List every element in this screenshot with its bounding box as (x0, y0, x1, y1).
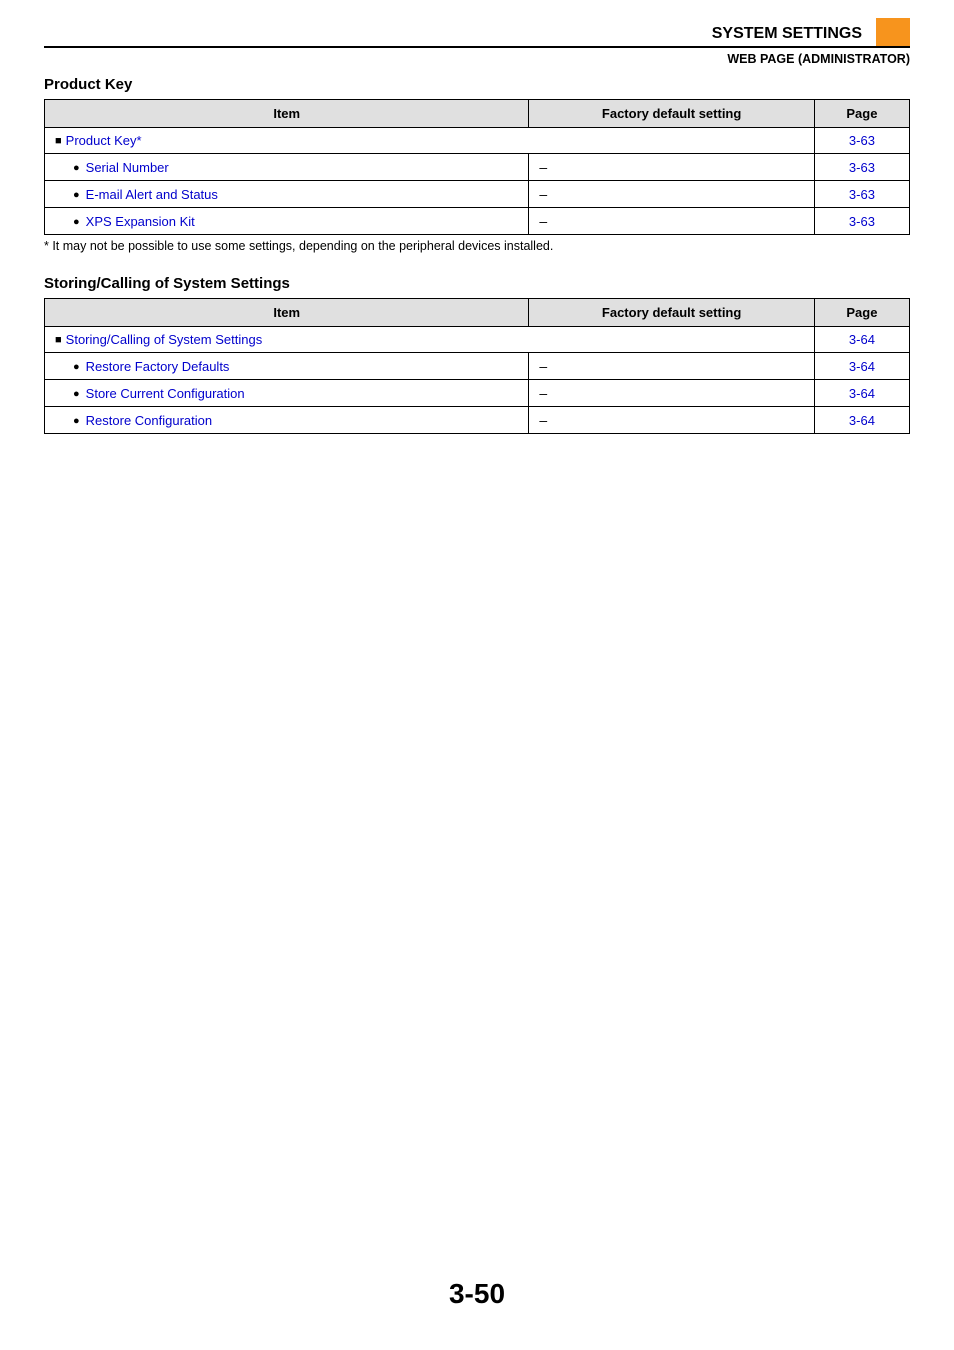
bullet-icon: ● (73, 189, 80, 201)
col-header-page: Page (814, 100, 909, 128)
table-row: ● Serial Number – 3-63 (45, 154, 910, 181)
product-key-table: Item Factory default setting Page ■ Produ… (44, 99, 910, 235)
breadcrumb: WEB PAGE (ADMINISTRATOR) (44, 52, 910, 66)
col-header-page: Page (814, 299, 909, 327)
bullet-icon: ● (73, 216, 80, 228)
table-row: ● Restore Configuration – 3-64 (45, 407, 910, 434)
bullet-icon: ● (73, 162, 80, 174)
page-link[interactable]: 3-63 (849, 133, 875, 148)
table-row: ● E-mail Alert and Status – 3-63 (45, 181, 910, 208)
header: SYSTEM SETTINGS (44, 24, 910, 48)
section-title-product-key: Product Key (44, 76, 910, 93)
col-header-item: Item (45, 299, 529, 327)
table-header-row: Item Factory default setting Page (45, 299, 910, 327)
xps-expansion-link[interactable]: XPS Expansion Kit (86, 214, 195, 229)
table-header-row: Item Factory default setting Page (45, 100, 910, 128)
bullet-icon: ● (73, 361, 80, 373)
restore-factory-link[interactable]: Restore Factory Defaults (86, 359, 230, 374)
product-key-link[interactable]: Product Key* (66, 133, 142, 148)
bullet-icon: ● (73, 388, 80, 400)
default-value: – (539, 412, 547, 428)
page-link[interactable]: 3-63 (849, 187, 875, 202)
page-link[interactable]: 3-64 (849, 332, 875, 347)
storing-calling-table: Item Factory default setting Page ■ Stori… (44, 298, 910, 434)
table-row: ● XPS Expansion Kit – 3-63 (45, 208, 910, 235)
section-title-storing-calling: Storing/Calling of System Settings (44, 275, 910, 292)
table-row: ■ Storing/Calling of System Settings 3-64 (45, 327, 910, 353)
col-header-default: Factory default setting (529, 299, 814, 327)
page-link[interactable]: 3-64 (849, 386, 875, 401)
default-value: – (539, 385, 547, 401)
default-value: – (539, 358, 547, 374)
col-header-item: Item (45, 100, 529, 128)
footnote: * It may not be possible to use some set… (44, 239, 910, 253)
page-link[interactable]: 3-64 (849, 413, 875, 428)
table-row: ■ Product Key* 3-63 (45, 128, 910, 154)
page-link[interactable]: 3-64 (849, 359, 875, 374)
restore-config-link[interactable]: Restore Configuration (86, 413, 212, 428)
store-current-link[interactable]: Store Current Configuration (86, 386, 245, 401)
page-link[interactable]: 3-63 (849, 160, 875, 175)
page-link[interactable]: 3-63 (849, 214, 875, 229)
table-row: ● Store Current Configuration – 3-64 (45, 380, 910, 407)
bullet-icon: ● (73, 415, 80, 427)
table-row: ● Restore Factory Defaults – 3-64 (45, 353, 910, 380)
header-accent-tab (876, 18, 910, 46)
square-icon: ■ (55, 334, 62, 346)
default-value: – (539, 213, 547, 229)
col-header-default: Factory default setting (529, 100, 814, 128)
serial-number-link[interactable]: Serial Number (86, 160, 169, 175)
system-settings-title: SYSTEM SETTINGS (712, 25, 862, 43)
storing-calling-link[interactable]: Storing/Calling of System Settings (66, 332, 263, 347)
square-icon: ■ (55, 135, 62, 147)
email-alert-link[interactable]: E-mail Alert and Status (86, 187, 218, 202)
default-value: – (539, 186, 547, 202)
page-number: 3-50 (44, 1278, 910, 1310)
default-value: – (539, 159, 547, 175)
